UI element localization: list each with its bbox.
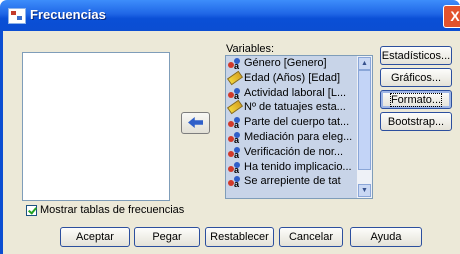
variable-list-item[interactable]: a Actividad laboral [L... bbox=[226, 86, 357, 101]
variable-label: Verificación de nor... bbox=[244, 145, 344, 158]
pegar-button[interactable]: Pegar bbox=[134, 227, 200, 247]
formato-button[interactable]: Formato... bbox=[380, 90, 452, 109]
variable-list-item[interactable]: a Se arrepiente de tat bbox=[226, 174, 357, 189]
nominal-icon: a bbox=[228, 117, 242, 130]
scale-icon bbox=[226, 70, 244, 86]
close-button[interactable]: X bbox=[443, 5, 460, 28]
nominal-icon: a bbox=[228, 161, 242, 174]
nominal-icon: a bbox=[228, 87, 242, 100]
variable-list-item[interactable]: a Mediación para eleg... bbox=[226, 130, 357, 145]
aceptar-button[interactable]: Aceptar bbox=[60, 227, 130, 247]
variable-list-item[interactable]: a Género [Genero] bbox=[226, 56, 357, 71]
source-variable-list[interactable] bbox=[22, 52, 170, 201]
estadisticos-button[interactable]: Estadísticos... bbox=[380, 46, 452, 65]
graficos-button[interactable]: Gráficos... bbox=[380, 68, 452, 87]
variable-label: Parte del cuerpo tat... bbox=[244, 116, 350, 129]
window-title: Frecuencias bbox=[30, 7, 106, 22]
restablecer-button[interactable]: Restablecer bbox=[205, 227, 274, 247]
frequency-tables-label: Mostrar tablas de frecuencias bbox=[40, 204, 185, 216]
variable-list-item[interactable]: a Verificación de nor... bbox=[226, 145, 357, 160]
arrow-left-icon bbox=[188, 117, 203, 128]
nominal-icon: a bbox=[228, 176, 242, 189]
frequency-tables-checkbox[interactable] bbox=[26, 205, 37, 216]
scroll-down-arrow-icon[interactable]: ▼ bbox=[358, 184, 371, 197]
nominal-icon: a bbox=[228, 146, 242, 159]
cancelar-button[interactable]: Cancelar bbox=[279, 227, 343, 247]
variable-label: Género [Genero] bbox=[244, 57, 327, 69]
variable-list-item[interactable]: Edad (Años) [Edad] bbox=[226, 70, 357, 86]
variables-scrollbar[interactable]: ▲ ▼ bbox=[357, 56, 372, 198]
variables-items: a Género [Genero] Edad (Años) [Edad] a Activ… bbox=[226, 56, 357, 198]
title-bar[interactable]: Frecuencias X bbox=[0, 0, 460, 31]
nominal-icon: a bbox=[228, 58, 242, 71]
variable-list-item[interactable]: a Ha tenido implicacio... bbox=[226, 160, 357, 175]
bootstrap-button[interactable]: Bootstrap... bbox=[380, 112, 452, 131]
nominal-icon: a bbox=[228, 131, 242, 144]
frecuencias-dialog: Frecuencias X Variables: a Género [Genero… bbox=[0, 0, 460, 254]
variable-label: Se arrepiente de tat bbox=[244, 175, 341, 188]
scroll-thumb[interactable] bbox=[358, 70, 371, 170]
variables-label: Variables: bbox=[226, 43, 275, 55]
app-icon bbox=[8, 8, 26, 24]
scroll-up-arrow-icon[interactable]: ▲ bbox=[358, 57, 371, 70]
variable-label: Nº de tatuajes esta... bbox=[244, 101, 346, 114]
variables-list[interactable]: a Género [Genero] Edad (Años) [Edad] a Activ… bbox=[225, 55, 373, 199]
variable-label: Edad (Años) [Edad] bbox=[244, 71, 341, 84]
scale-icon bbox=[226, 100, 244, 115]
variable-list-item[interactable]: Nº de tatuajes esta... bbox=[226, 100, 357, 115]
variable-label: Mediación para eleg... bbox=[244, 130, 353, 143]
ayuda-button[interactable]: Ayuda bbox=[350, 227, 422, 247]
variable-label: Actividad laboral [L... bbox=[244, 86, 347, 99]
move-variable-button[interactable] bbox=[181, 112, 210, 134]
variable-list-item[interactable]: a Parte del cuerpo tat... bbox=[226, 115, 357, 130]
variable-label: Ha tenido implicacio... bbox=[244, 160, 352, 173]
